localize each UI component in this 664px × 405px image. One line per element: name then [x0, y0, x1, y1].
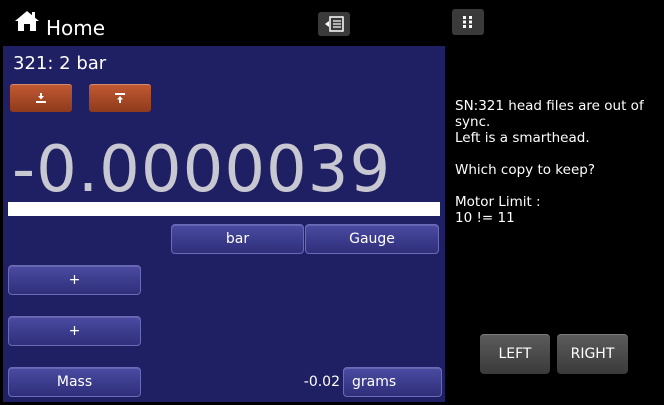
menu-list-icon	[325, 16, 344, 32]
keep-right-button[interactable]: RIGHT	[557, 334, 628, 374]
message-line: 10 != 11	[455, 210, 515, 226]
pressure-reading: -0.0000039	[12, 133, 392, 207]
message-line: Motor Limit :	[455, 194, 541, 210]
zero-download-icon	[36, 93, 46, 103]
home-icon[interactable]	[14, 9, 40, 33]
message-line: Left is a smarthead.	[455, 130, 590, 146]
add-button-2[interactable]: +	[8, 316, 141, 346]
mode-button[interactable]: Gauge	[305, 224, 439, 254]
mass-value: -0.02	[303, 374, 340, 390]
range-bar	[8, 202, 440, 216]
page-title: Home	[46, 16, 106, 40]
mass-unit-button[interactable]: grams	[343, 367, 442, 397]
message-line: Which copy to keep?	[455, 162, 595, 178]
tare-button[interactable]	[89, 84, 151, 112]
keep-left-button[interactable]: LEFT	[480, 334, 550, 374]
tare-upload-icon	[115, 93, 125, 103]
mass-button[interactable]: Mass	[8, 367, 141, 397]
message-line: SN:321 head files are out of sync.	[455, 98, 644, 130]
apps-button[interactable]	[452, 9, 484, 35]
unit-button[interactable]: bar	[171, 224, 304, 254]
sync-message: SN:321 head files are out of sync. Left …	[455, 98, 660, 226]
menu-button[interactable]	[318, 12, 350, 36]
grid-icon	[463, 16, 472, 28]
channel-label: 321: 2 bar	[13, 53, 107, 74]
add-button-1[interactable]: +	[8, 265, 141, 295]
zero-button[interactable]	[10, 84, 72, 112]
